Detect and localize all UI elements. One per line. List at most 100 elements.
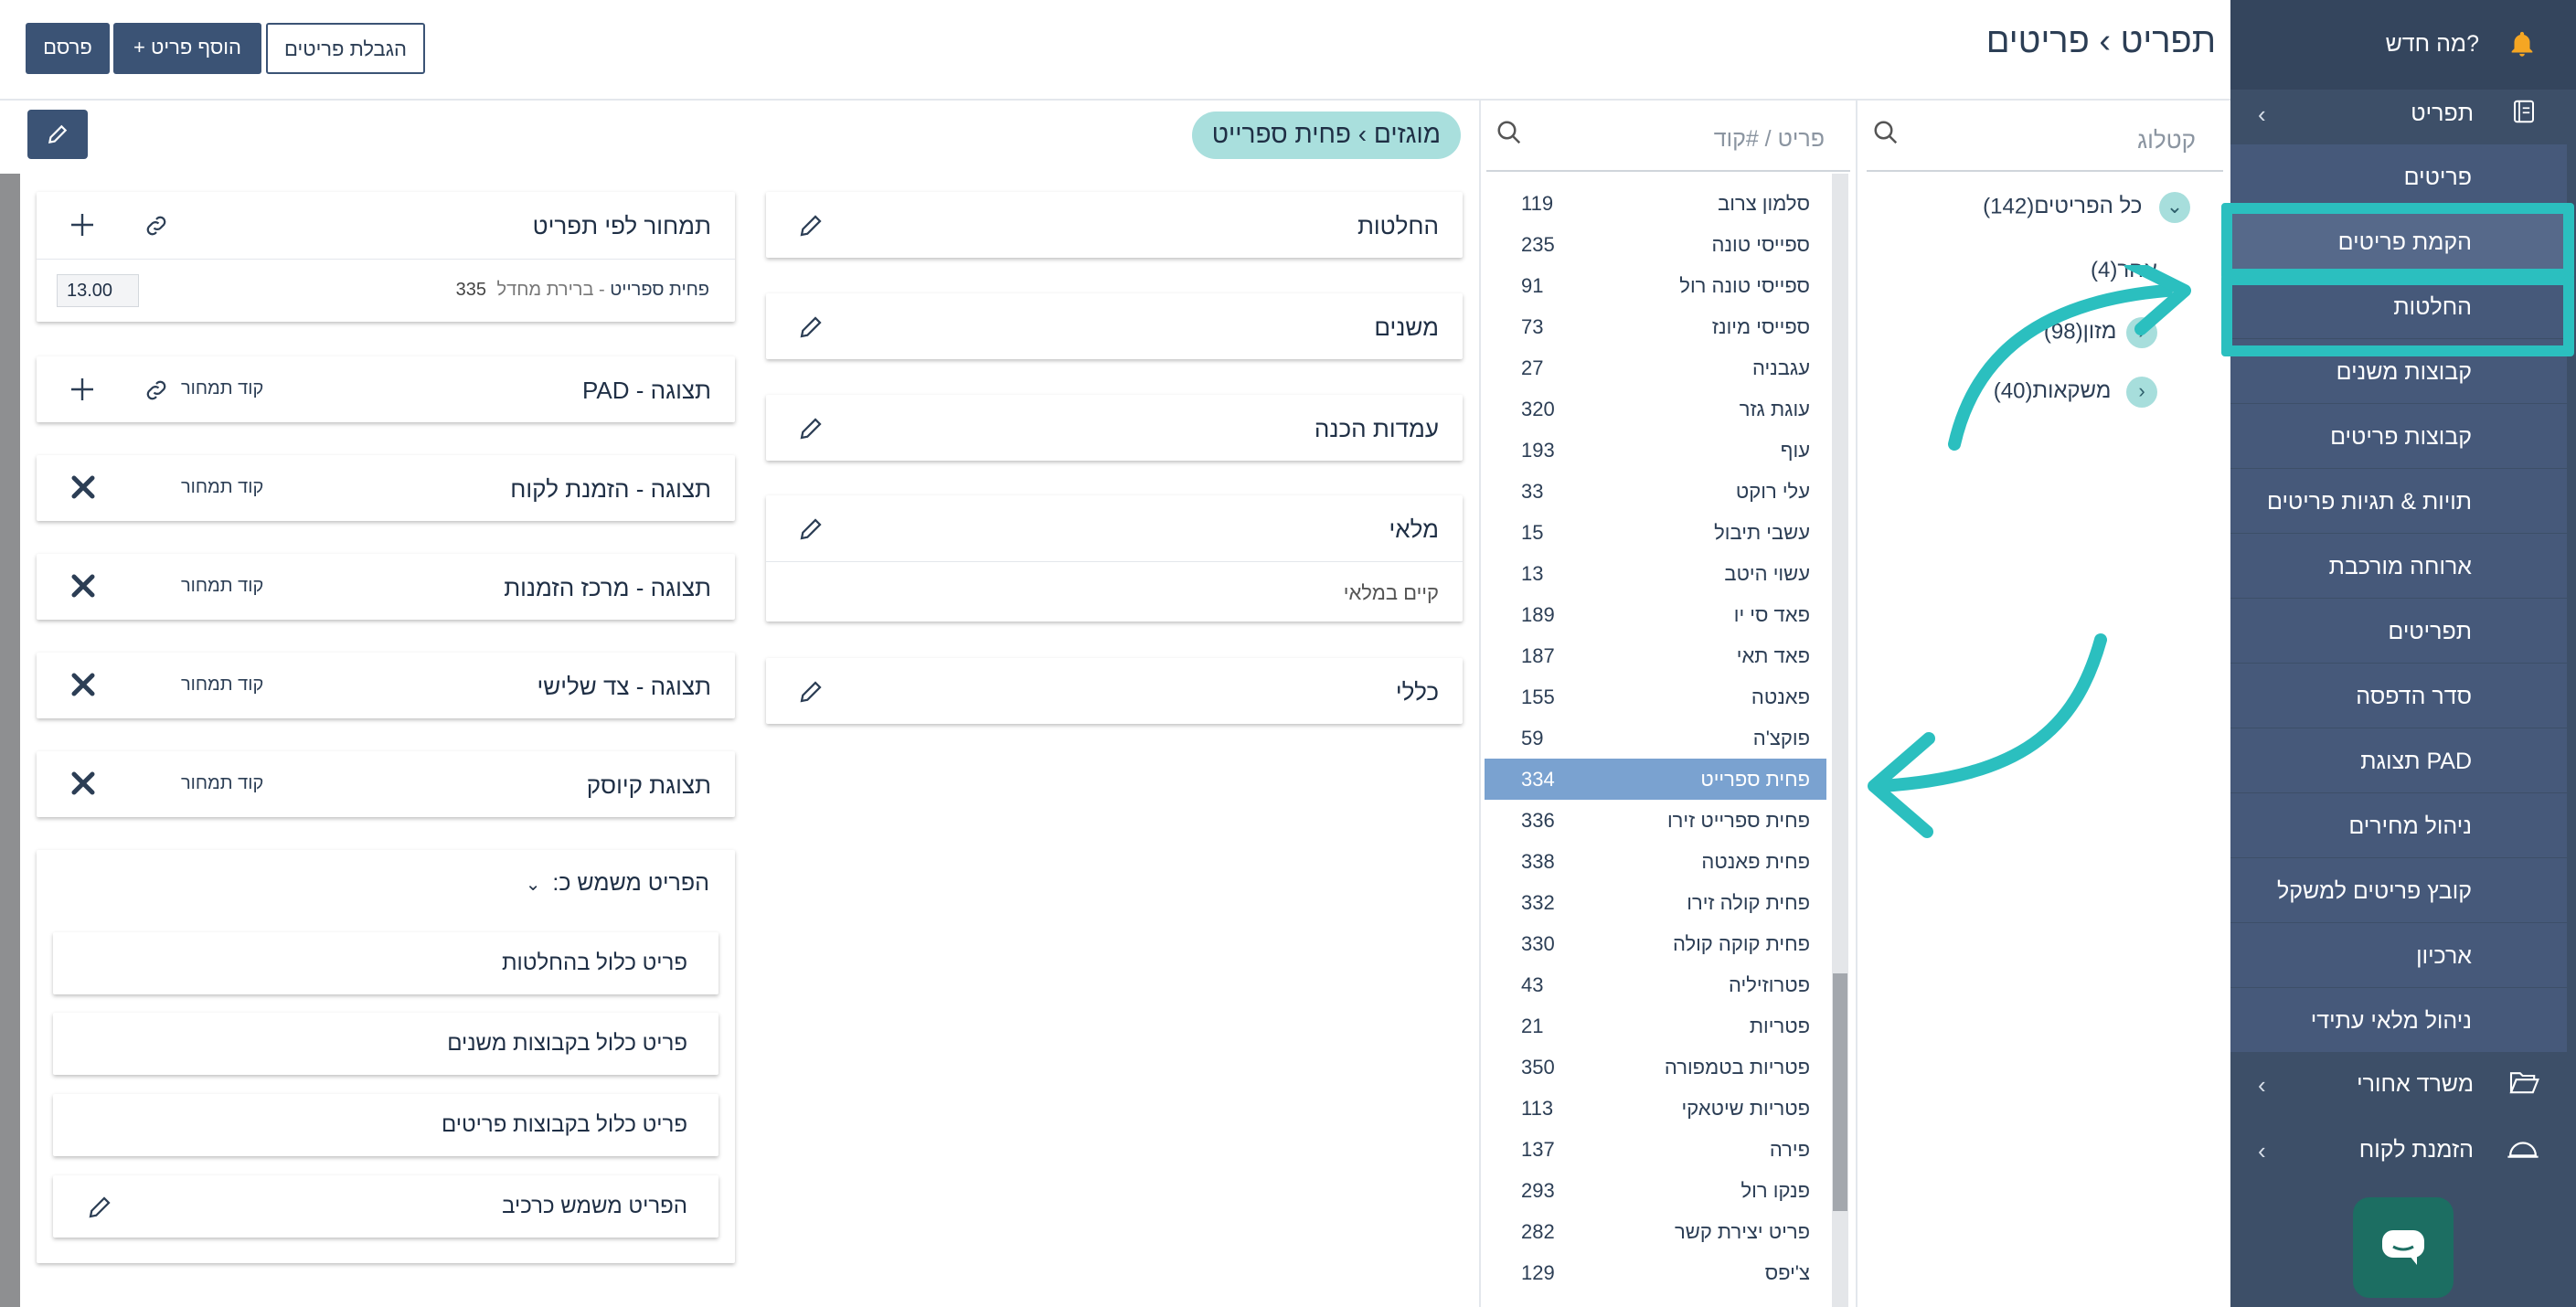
chat-button[interactable]: [2353, 1197, 2454, 1298]
item-row[interactable]: עלי רוקט 33: [1485, 471, 1826, 512]
breadcrumb-root[interactable]: תפריט: [2121, 22, 2216, 60]
sidebar-item-labels-tags[interactable]: תויות & תגיות פריטים: [2230, 469, 2567, 533]
stock-card[interactable]: מלאי קיים במלאי: [766, 495, 1463, 622]
item-row[interactable]: פחית ספרייט 334: [1485, 759, 1826, 800]
limit-items-button[interactable]: הגבלת פריטים: [266, 23, 425, 74]
link-icon[interactable]: [143, 212, 170, 239]
item-row[interactable]: פחית קוקה קולה 330: [1485, 923, 1826, 964]
item-breadcrumb-parent[interactable]: מוגזים: [1374, 120, 1441, 148]
tree-all-items[interactable]: ⌄ כל הפריטים(142): [1983, 192, 2190, 223]
sidebar-item-label: סדר הדפסה: [2356, 684, 2472, 709]
item-row[interactable]: עשוי היטב 13: [1485, 553, 1826, 594]
sidebar-item-label: תויות & תגיות פריטים: [2266, 489, 2472, 515]
close-icon[interactable]: [69, 572, 97, 600]
sidebar-customer-order[interactable]: הזמנת לקוח ‹: [2230, 1117, 2576, 1181]
sidebar: מה חדש? תפריט ‹ פריטים הקמת פריטים החלטו…: [2230, 0, 2576, 1307]
item-row[interactable]: פאנטה 155: [1485, 676, 1826, 717]
plus-icon[interactable]: [68, 210, 97, 239]
close-icon[interactable]: [69, 770, 97, 797]
sidebar-back-office[interactable]: משרד אחורי ‹: [2230, 1051, 2576, 1115]
item-code: 59: [1521, 727, 1544, 749]
tutorial-arrow-icon: [1948, 265, 2191, 451]
scrollbar-thumb[interactable]: [1833, 973, 1847, 1211]
link-icon[interactable]: [143, 377, 170, 404]
decisions-card[interactable]: החלטות: [766, 192, 1463, 258]
chevron-down-icon[interactable]: ⌄: [2159, 192, 2190, 223]
pencil-icon[interactable]: [797, 212, 825, 239]
whats-new[interactable]: מה חדש?: [2230, 13, 2576, 77]
item-row[interactable]: צ'יפס 129: [1485, 1252, 1826, 1293]
used-as-row-label: פריט כלול בהחלטות: [501, 951, 687, 975]
sidebar-item-menus[interactable]: תפריטים: [2230, 599, 2567, 663]
sidebar-item-item-groups[interactable]: קבוצות פריטים: [2230, 404, 2567, 468]
sidebar-menu-section[interactable]: תפריט ‹: [2230, 80, 2576, 144]
sidebar-item-items[interactable]: פריטים: [2230, 144, 2567, 208]
item-row[interactable]: פחית ספרייט זירו 336: [1485, 800, 1826, 841]
items-search-underline: [1486, 170, 1850, 172]
item-row[interactable]: פאד תאי 187: [1485, 635, 1826, 676]
pricing-code-label[interactable]: קוד תמחור: [181, 378, 263, 399]
plus-icon[interactable]: [68, 375, 97, 404]
card-title: מלאי: [1389, 515, 1439, 543]
price-input[interactable]: 13.00: [57, 274, 139, 307]
add-item-button[interactable]: + הוסף פריט: [113, 23, 261, 74]
item-row[interactable]: פירה 137: [1485, 1129, 1826, 1170]
modifiers-card[interactable]: משנים: [766, 293, 1463, 359]
pricing-code-label[interactable]: קוד תמחור: [181, 576, 263, 597]
item-row[interactable]: סלמון צרוב 119: [1485, 183, 1826, 224]
close-icon[interactable]: [69, 473, 97, 501]
item-row[interactable]: ספייסי טונה רול 91: [1485, 265, 1826, 306]
items-search[interactable]: פריט / #קוד: [1490, 119, 1837, 165]
item-row[interactable]: עוגת גזר 320: [1485, 388, 1826, 430]
pencil-icon[interactable]: [86, 1194, 113, 1221]
item-row[interactable]: עגבניה 27: [1485, 347, 1826, 388]
sidebar-item-weight-file[interactable]: קובץ פריטים למשקל: [2230, 858, 2567, 922]
sidebar-item-combo-meal[interactable]: ארוחה מורכבת: [2230, 534, 2567, 598]
item-row[interactable]: פטריות בטמפורה 350: [1485, 1047, 1826, 1088]
used-as-row[interactable]: הפריט משמש כרכיב: [53, 1175, 719, 1238]
sidebar-item-price-management[interactable]: ניהול מחירים: [2230, 793, 2567, 857]
item-row[interactable]: פטריות 21: [1485, 1005, 1826, 1047]
general-card[interactable]: כללי: [766, 658, 1463, 724]
detail-scrollbar[interactable]: [0, 174, 20, 1307]
pricing-code-label[interactable]: קוד תמחור: [181, 773, 263, 794]
sidebar-item-print-order[interactable]: סדר הדפסה: [2230, 664, 2567, 728]
item-row[interactable]: פחית קולה זירו 332: [1485, 882, 1826, 923]
item-row[interactable]: ספייסי מיונז 73: [1485, 306, 1826, 347]
pricing-code-label[interactable]: קוד תמחור: [181, 477, 263, 498]
item-row[interactable]: פאד סי יו 189: [1485, 594, 1826, 635]
card-divider: [37, 259, 735, 260]
highlight-item-setup: [2221, 203, 2574, 280]
pencil-icon[interactable]: [797, 678, 825, 706]
breadcrumb-current: פריטים: [1985, 22, 2090, 60]
used-as-row[interactable]: פריט כלול בקבוצות פריטים: [53, 1094, 719, 1156]
publish-button[interactable]: פרסם: [26, 23, 110, 74]
item-row[interactable]: פטרוזיליה 43: [1485, 964, 1826, 1005]
item-row[interactable]: פחית פאנטה 338: [1485, 841, 1826, 882]
catalog-search[interactable]: קטלוג: [1867, 119, 2205, 165]
item-name: פריט יצירת קשר: [1675, 1220, 1810, 1243]
item-row[interactable]: פריט יצירת קשר 282: [1485, 1211, 1826, 1252]
item-code: 189: [1521, 603, 1555, 626]
item-row[interactable]: עשבי תיבול 15: [1485, 512, 1826, 553]
close-icon[interactable]: [69, 671, 97, 698]
pencil-icon[interactable]: [797, 515, 825, 543]
used-as-row[interactable]: פריט כלול בהחלטות: [53, 932, 719, 994]
item-code: 33: [1521, 480, 1544, 503]
prep-stations-card[interactable]: עמדות הכנה: [766, 395, 1463, 461]
sidebar-item-archive[interactable]: ארכיון: [2230, 923, 2567, 987]
item-row[interactable]: ספייסי טונה 235: [1485, 224, 1826, 265]
item-row[interactable]: פנקו רול 293: [1485, 1170, 1826, 1211]
pricing-code-label[interactable]: קוד תמחור: [181, 675, 263, 696]
pencil-icon[interactable]: [797, 415, 825, 442]
item-row[interactable]: עוף 193: [1485, 430, 1826, 471]
item-row[interactable]: פוקצ'ה 59: [1485, 717, 1826, 759]
pencil-icon[interactable]: [797, 313, 825, 341]
used-as-toggle[interactable]: הפריט משמש כ: ⌄: [526, 870, 709, 897]
edit-item-button[interactable]: [27, 110, 88, 159]
sidebar-item-future-stock[interactable]: ניהול מלאי עתידי: [2230, 988, 2567, 1052]
pencil-icon: [48, 124, 68, 144]
used-as-row[interactable]: פריט כלול בקבוצות משנים: [53, 1013, 719, 1075]
sidebar-item-pad-view[interactable]: תצוגת PAD: [2230, 728, 2567, 792]
item-row[interactable]: פטריות שיטאקי 113: [1485, 1088, 1826, 1129]
